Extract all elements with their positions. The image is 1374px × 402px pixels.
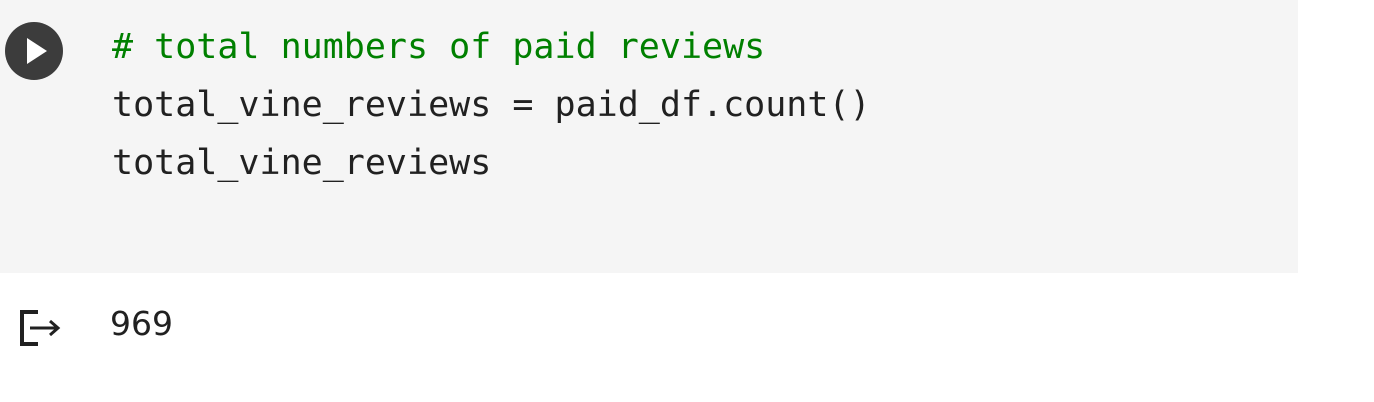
cell-output: 969 — [0, 290, 1298, 370]
play-icon — [27, 38, 47, 64]
notebook-page: # total numbers of paid reviews total_vin… — [0, 0, 1374, 402]
run-cell-button[interactable] — [5, 22, 63, 80]
code-line-expression: total_vine_reviews — [112, 143, 492, 183]
code-line-comment: # total numbers of paid reviews — [112, 27, 766, 67]
code-line-assignment: total_vine_reviews = paid_df.count() — [112, 85, 871, 125]
code-editor[interactable]: # total numbers of paid reviews total_vin… — [112, 18, 871, 192]
code-cell[interactable]: # total numbers of paid reviews total_vin… — [0, 0, 1298, 273]
output-value: 969 — [110, 304, 173, 343]
output-arrow-icon — [20, 310, 61, 346]
